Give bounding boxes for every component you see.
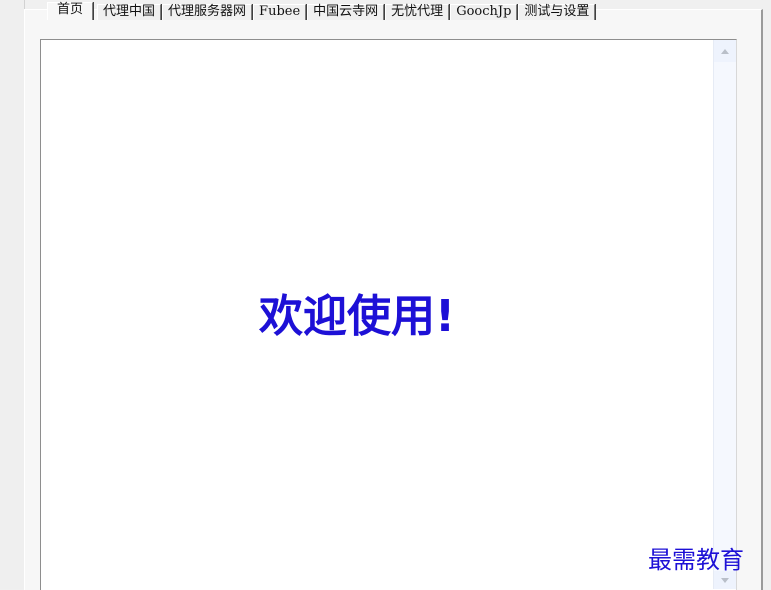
embedded-web-view[interactable]: 欢迎使用! bbox=[40, 39, 737, 590]
watermark: 最需教育 bbox=[648, 546, 744, 574]
arrow-up-icon bbox=[721, 48, 729, 54]
tab-strip: 首页 代理中国 代理服务器网 Fubee 中国云寺网 无忧代理 GoochJp … bbox=[47, 2, 596, 20]
vertical-scrollbar[interactable] bbox=[713, 40, 736, 589]
tab-goochjp[interactable]: GoochJp bbox=[450, 4, 518, 20]
tab-proxy-china[interactable]: 代理中国 bbox=[97, 4, 162, 20]
arrow-down-icon bbox=[721, 577, 729, 583]
tab-fubee[interactable]: Fubee bbox=[253, 4, 307, 20]
tab-proxy-server-net[interactable]: 代理服务器网 bbox=[162, 4, 253, 20]
tab-china-cloud-temple[interactable]: 中国云寺网 bbox=[307, 4, 385, 20]
tab-panel: 首页 代理中国 代理服务器网 Fubee 中国云寺网 无忧代理 GoochJp … bbox=[24, 2, 763, 590]
left-panel-edge bbox=[0, 0, 25, 589]
tab-home[interactable]: 首页 bbox=[47, 2, 94, 20]
welcome-text: 欢迎使用! bbox=[259, 291, 456, 342]
tab-wuyou-proxy[interactable]: 无忧代理 bbox=[385, 4, 450, 20]
scroll-up-button[interactable] bbox=[714, 40, 736, 62]
tab-test-settings[interactable]: 测试与设置 bbox=[518, 4, 596, 20]
